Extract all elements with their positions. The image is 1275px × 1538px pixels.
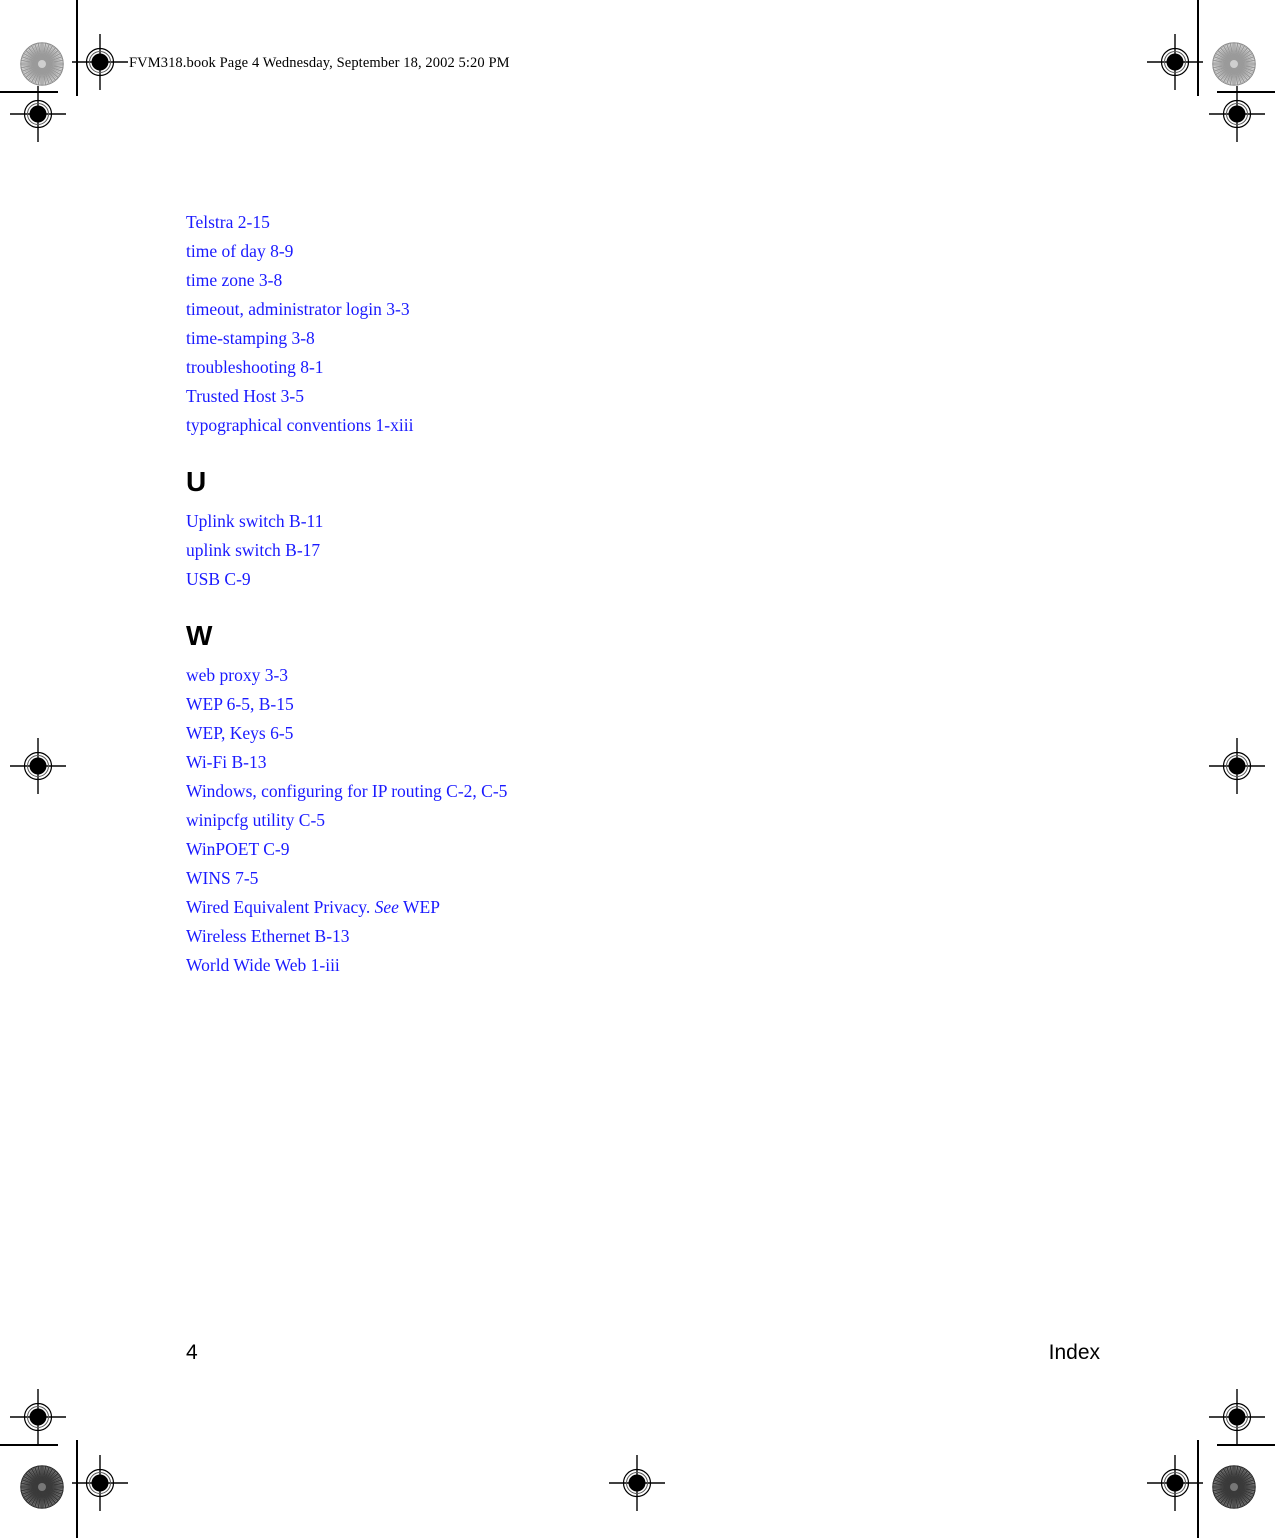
crop-line-top-right-h [1217,91,1275,93]
index-entry[interactable]: time-stamping 3-8 [186,324,886,353]
crop-line-bottom-left-h [0,1444,58,1446]
page-footer: 4 Index [186,1341,1100,1371]
rosette-bottom-right [1212,1465,1256,1509]
registration-mark-bottom-left [72,1455,128,1511]
index-entry[interactable]: Wireless Ethernet B-13 [186,922,886,951]
index-entry[interactable]: WEP, Keys 6-5 [186,719,886,748]
crop-line-top-left-h [0,91,58,93]
registration-mark-top-right [1147,34,1203,90]
index-entry[interactable]: web proxy 3-3 [186,661,886,690]
index-entry[interactable]: Wi-Fi B-13 [186,748,886,777]
index-section-heading-w: W [186,620,213,651]
index-group: U Uplink switch B-11 uplink switch B-17 USB… [186,467,886,594]
index-entry[interactable]: winipcfg utility C-5 [186,806,886,835]
registration-mark-upper-left [10,86,66,142]
registration-mark-upper-right [1209,86,1265,142]
rosette-top-right [1212,42,1256,86]
index-entry[interactable]: WINS 7-5 [186,864,886,893]
index-content: Telstra 2-15 time of day 8-9 time zone 3-8… [186,208,886,980]
registration-mark-mid-right [1209,738,1265,794]
index-entry[interactable]: WinPOET C-9 [186,835,886,864]
index-entry[interactable]: World Wide Web 1-iii [186,951,886,980]
index-entry[interactable]: uplink switch B-17 [186,536,886,565]
index-entry[interactable]: troubleshooting 8-1 [186,353,886,382]
index-entry-text: Wired Equivalent Privacy. [186,897,375,917]
index-entry[interactable]: timeout, administrator login 3-3 [186,295,886,324]
index-group: Wweb proxy 3-3 WEP 6-5, B-15 WEP, Keys 6-5… [186,621,886,980]
footer-page-number: 4 [186,1341,198,1364]
index-entry[interactable]: USB C-9 [186,565,886,594]
index-group: Telstra 2-15 time of day 8-9 time zone 3-8… [186,208,886,440]
index-entry[interactable]: Telstra 2-15 [186,208,886,237]
registration-mark-top-left [72,34,128,90]
index-section-heading-u: U [186,466,207,497]
index-entry[interactable]: time zone 3-8 [186,266,886,295]
index-entry[interactable]: WEP 6-5, B-15 [186,690,886,719]
index-entry[interactable]: typographical conventions 1-xiii [186,411,886,440]
crop-line-bottom-right-v [1197,1440,1199,1538]
index-entry-target: WEP [398,897,440,917]
document-header-line: FVM318.book Page 4 Wednesday, September … [129,55,510,71]
registration-mark-mid-left [10,738,66,794]
rosette-bottom-left [20,1465,64,1509]
index-entry[interactable]: Wired Equivalent Privacy. See WEP [186,893,886,922]
crop-line-bottom-left-v [76,1440,78,1538]
index-entry[interactable]: Uplink switch B-11 [186,507,886,536]
registration-mark-lower-right [1209,1389,1265,1445]
document-page: FVM318.book Page 4 Wednesday, September … [0,0,1275,1538]
index-entry[interactable]: Trusted Host 3-5 [186,382,886,411]
index-entry-see-reference: See [374,897,399,917]
crop-line-top-left-v [76,0,78,96]
crop-line-bottom-right-h [1217,1444,1275,1446]
registration-mark-lower-left [10,1389,66,1445]
crop-line-top-right-v [1197,0,1199,96]
footer-section-label: Index [1048,1341,1100,1364]
index-entry[interactable]: time of day 8-9 [186,237,886,266]
registration-mark-bottom-right [1147,1455,1203,1511]
index-entry[interactable]: Windows, configuring for IP routing C-2,… [186,777,886,806]
registration-mark-bottom-center [609,1455,665,1511]
rosette-top-left [20,42,64,86]
